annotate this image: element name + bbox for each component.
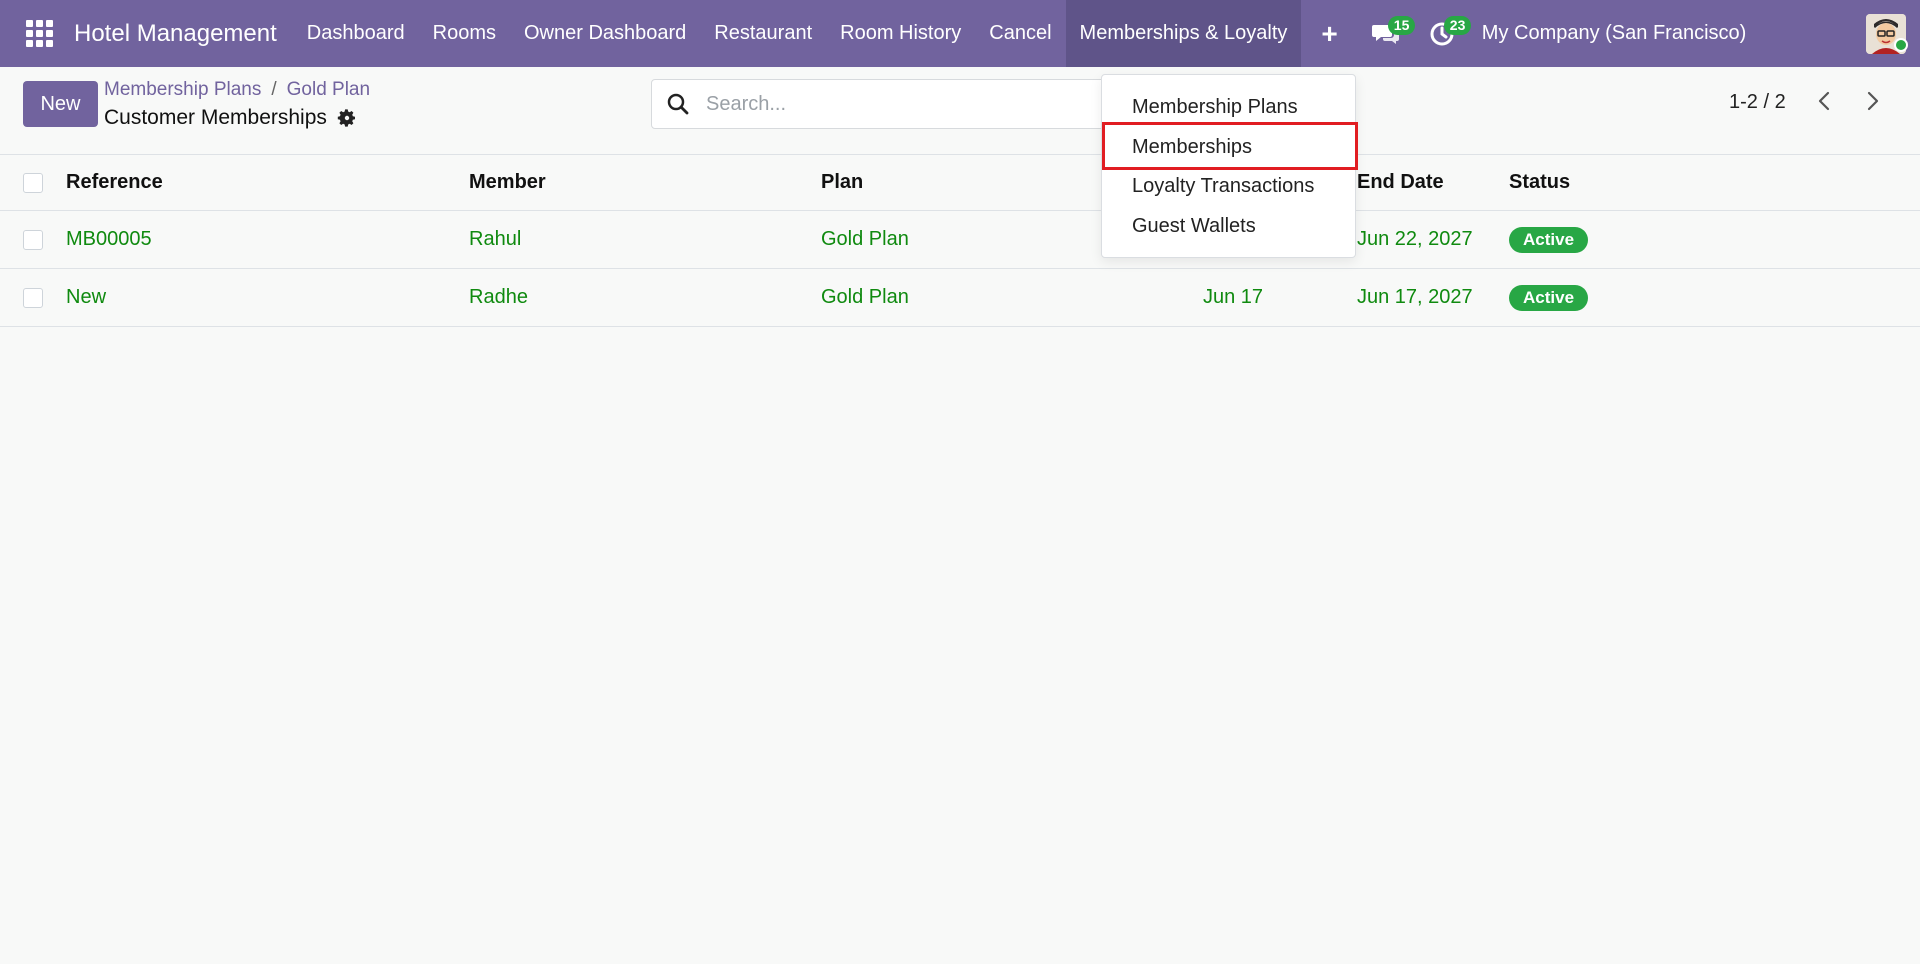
row-checkbox[interactable] — [23, 287, 43, 308]
app-brand[interactable]: Hotel Management — [74, 20, 277, 48]
menu-owner-dashboard[interactable]: Owner Dashboard — [510, 0, 700, 67]
select-all-checkbox[interactable] — [23, 172, 43, 193]
status-badge: Active — [1509, 226, 1589, 253]
page-title: Customer Memberships — [104, 106, 357, 130]
cell-plan[interactable]: Gold Plan — [821, 269, 909, 326]
gear-icon[interactable] — [337, 108, 357, 128]
menu-rooms[interactable]: Rooms — [419, 0, 510, 67]
chevron-left-icon[interactable] — [1811, 87, 1839, 115]
cell-member[interactable]: Radhe — [469, 269, 528, 326]
page-title-text: Customer Memberships — [104, 106, 327, 129]
dropdown-item-membership-plans[interactable]: Membership Plans — [1102, 87, 1355, 127]
cell-end-date[interactable]: Jun 22, 2027 — [1357, 211, 1473, 268]
add-menu-icon[interactable]: + — [1301, 0, 1357, 67]
table-header-row: Reference Member Plan End Date Status — [0, 155, 1920, 211]
messages-button[interactable]: 15 — [1358, 0, 1416, 67]
new-button[interactable]: New — [23, 81, 98, 127]
search-input[interactable] — [706, 92, 1086, 116]
company-switcher[interactable]: My Company (San Francisco) — [1482, 22, 1747, 45]
column-header-status[interactable]: Status — [1509, 155, 1570, 210]
cell-member[interactable]: Rahul — [469, 211, 521, 268]
memberships-loyalty-dropdown: Membership Plans Memberships Loyalty Tra… — [1101, 74, 1356, 258]
column-header-end-date[interactable]: End Date — [1357, 155, 1444, 210]
dropdown-item-loyalty-transactions[interactable]: Loyalty Transactions — [1102, 166, 1355, 206]
dropdown-item-guest-wallets[interactable]: Guest Wallets — [1102, 206, 1355, 246]
menu-room-history[interactable]: Room History — [826, 0, 975, 67]
column-header-member[interactable]: Member — [469, 155, 546, 210]
apps-grid-icon[interactable] — [24, 19, 54, 49]
row-checkbox[interactable] — [23, 229, 43, 250]
cell-reference[interactable]: New — [66, 269, 106, 326]
activities-count-badge: 23 — [1443, 16, 1472, 35]
activities-button[interactable]: 23 — [1414, 0, 1472, 67]
memberships-list: Reference Member Plan End Date Status MB… — [0, 155, 1920, 327]
menu-dashboard[interactable]: Dashboard — [293, 0, 419, 67]
breadcrumb-separator: / — [271, 79, 277, 100]
breadcrumb-gold-plan[interactable]: Gold Plan — [287, 79, 370, 100]
dropdown-item-memberships[interactable]: Memberships — [1102, 127, 1355, 167]
cell-start-date[interactable]: Jun 17 — [1203, 269, 1263, 326]
table-row[interactable]: MB00005 Rahul Gold Plan Jun 22, 2027 Act… — [0, 211, 1920, 269]
menu-cancel[interactable]: Cancel — [975, 0, 1065, 67]
chevron-right-icon[interactable] — [1858, 87, 1886, 115]
top-navbar: Hotel Management Dashboard Rooms Owner D… — [0, 0, 1920, 67]
breadcrumb-membership-plans[interactable]: Membership Plans — [104, 79, 261, 100]
online-status-dot — [1894, 38, 1908, 52]
table-row[interactable]: New Radhe Gold Plan Jun 17 Jun 17, 2027 … — [0, 269, 1920, 327]
pager-value[interactable]: 1-2 / 2 — [1729, 91, 1786, 114]
messages-count-badge: 15 — [1387, 16, 1416, 35]
control-panel: New Membership Plans / Gold Plan Customer … — [0, 67, 1920, 155]
cell-end-date[interactable]: Jun 17, 2027 — [1357, 269, 1473, 326]
breadcrumb: Membership Plans / Gold Plan — [104, 79, 370, 101]
column-header-plan[interactable]: Plan — [821, 155, 863, 210]
search-box — [651, 79, 1111, 129]
search-icon — [667, 93, 689, 115]
status-badge: Active — [1509, 284, 1589, 311]
menu-restaurant[interactable]: Restaurant — [700, 0, 826, 67]
column-header-reference[interactable]: Reference — [66, 155, 163, 210]
menu-memberships-loyalty[interactable]: Memberships & Loyalty — [1065, 0, 1302, 67]
cell-plan[interactable]: Gold Plan — [821, 211, 909, 268]
cell-reference[interactable]: MB00005 — [66, 211, 152, 268]
